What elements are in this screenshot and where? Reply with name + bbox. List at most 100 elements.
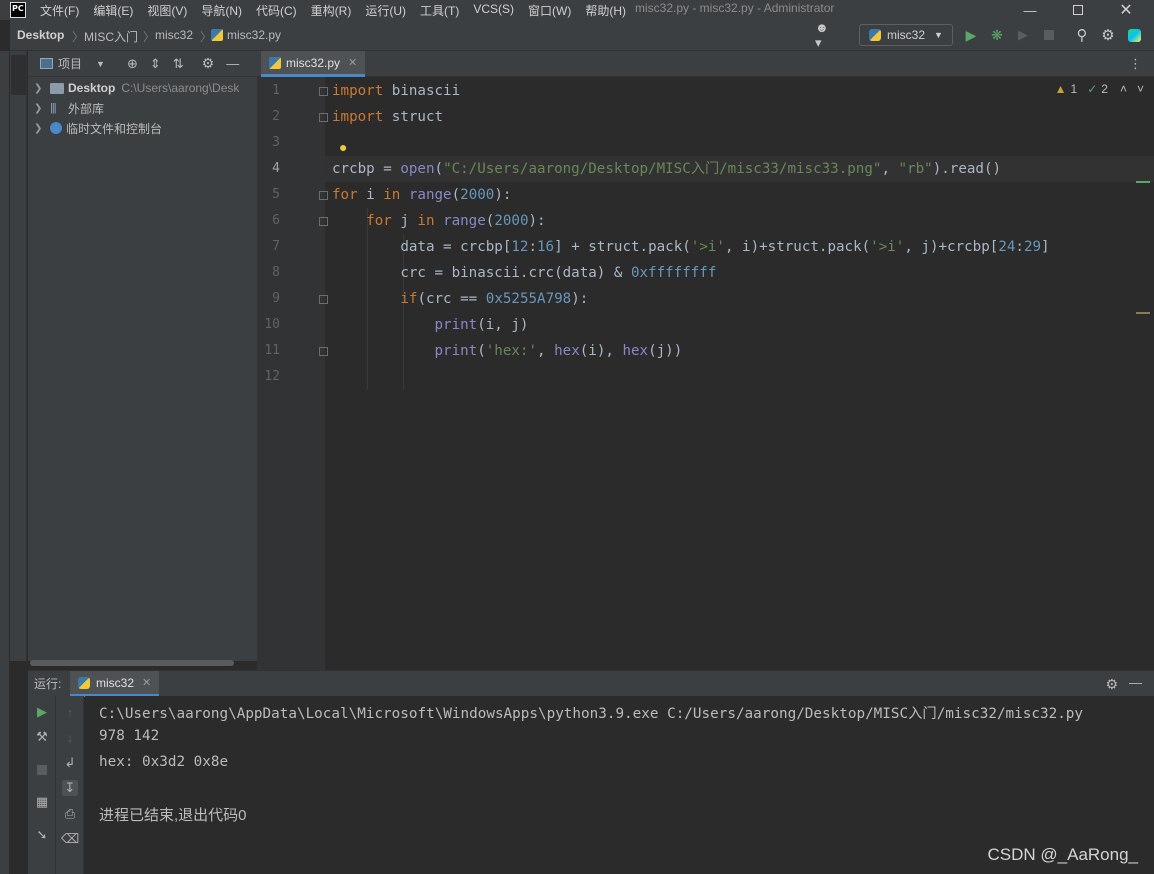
coverage-icon: ▶ — [1018, 27, 1028, 42]
line-number[interactable]: 10 — [257, 317, 280, 332]
fold-marker-icon[interactable] — [319, 87, 328, 96]
menu-view[interactable]: 视图(V) — [147, 2, 187, 19]
menu-file[interactable]: 文件(F) — [40, 2, 79, 19]
tree-item-desktop[interactable]: ❯ Desktop C:\Users\aarong\Desk — [34, 78, 239, 98]
project-view-icon — [40, 58, 53, 69]
arrow-down-icon: ↓ — [66, 729, 74, 745]
fold-marker-icon[interactable] — [319, 191, 328, 200]
rerun-button[interactable]: ▶ — [34, 704, 50, 720]
pin-button[interactable]: ➘ — [34, 827, 50, 843]
stop-button[interactable] — [1040, 26, 1058, 44]
clear-button[interactable]: ⌫ — [61, 831, 79, 847]
intention-bulb-icon[interactable]: ● — [339, 139, 347, 155]
coverage-button[interactable]: ▶ — [1014, 26, 1032, 44]
tab-misc32-py[interactable]: misc32.py ✕ — [261, 51, 366, 77]
close-window-button[interactable]: ✕ — [1106, 0, 1146, 20]
chevron-up-icon[interactable]: ˄ — [1120, 82, 1127, 96]
menu-vcs[interactable]: VCS(S) — [473, 2, 514, 19]
chevron-down-icon[interactable]: ˅ — [1137, 82, 1144, 96]
chevron-right-icon[interactable]: ❯ — [34, 123, 46, 134]
chevron-right-icon[interactable]: ❯ — [34, 103, 46, 114]
breadcrumb-misc32[interactable]: misc32 — [155, 28, 193, 42]
project-tool-button[interactable] — [11, 55, 26, 95]
line-number[interactable]: 4 — [257, 161, 280, 176]
print-button[interactable]: ⎙ — [62, 806, 78, 822]
debug-button[interactable]: ❋ — [988, 26, 1006, 44]
menu-code[interactable]: 代码(C) — [256, 2, 297, 19]
chevron-down-icon: ▼ — [934, 30, 943, 40]
layout-button[interactable]: ▦ — [34, 794, 50, 810]
search-icon: ⚲ — [1076, 27, 1088, 44]
menu-tools[interactable]: 工具(T) — [420, 2, 459, 19]
breadcrumb-file[interactable]: misc32.py — [211, 28, 281, 42]
line-number[interactable]: 12 — [257, 369, 280, 384]
gear-icon: ⚙ — [1101, 27, 1115, 44]
fold-marker-icon[interactable] — [319, 347, 328, 356]
fold-marker-icon[interactable] — [319, 217, 328, 226]
stop-icon — [37, 765, 47, 775]
menu-help[interactable]: 帮助(H) — [585, 2, 626, 19]
code-line: import binascii — [332, 83, 461, 99]
close-tab-icon[interactable]: ✕ — [348, 56, 357, 69]
line-number[interactable]: 2 — [257, 109, 280, 124]
menu-navigate[interactable]: 导航(N) — [201, 2, 242, 19]
project-scrollbar[interactable] — [30, 660, 234, 666]
minimize-button[interactable]: — — [1010, 0, 1050, 20]
collapse-all-icon[interactable]: ⇅ — [173, 56, 184, 72]
run-tab-misc32[interactable]: misc32 ✕ — [70, 671, 160, 697]
more-options-icon[interactable]: ⋮ — [1129, 56, 1142, 72]
toolbox-button[interactable] — [1125, 26, 1143, 44]
project-view-label[interactable]: 项目 — [58, 55, 82, 72]
settings-button[interactable]: ⚙ — [1099, 26, 1117, 44]
edit-config-button[interactable]: ⚒ — [34, 729, 50, 745]
window-title: misc32.py - misc32.py - Administrator — [635, 1, 835, 15]
tree-item-path: C:\Users\aarong\Desk — [121, 81, 240, 95]
soft-wrap-button[interactable]: ↲ — [62, 755, 78, 771]
line-number[interactable]: 8 — [257, 265, 280, 280]
menu-refactor[interactable]: 重构(R) — [311, 2, 352, 19]
error-stripe-marker — [1136, 312, 1150, 314]
menu-window[interactable]: 窗口(W) — [528, 2, 571, 19]
scroll-to-end-button[interactable]: ↧ — [62, 780, 78, 796]
code-line: print(i, j) — [434, 317, 529, 333]
scroll-up-button[interactable]: ↑ — [62, 704, 78, 720]
tree-item-external-libraries[interactable]: ❯ ||| 外部库 — [34, 98, 104, 118]
run-button[interactable]: ▶ — [962, 26, 980, 44]
chevron-right-icon[interactable]: ❯ — [34, 83, 46, 94]
fold-marker-icon[interactable] — [319, 113, 328, 122]
fold-marker-icon[interactable] — [319, 295, 328, 304]
breadcrumb-misc[interactable]: MISC入门 — [84, 28, 138, 45]
code-line: for j in range(2000): — [366, 213, 546, 229]
line-number[interactable]: 7 — [257, 239, 280, 254]
hide-panel-icon[interactable]: — — [226, 56, 239, 71]
menu-edit[interactable]: 编辑(E) — [93, 2, 133, 19]
line-number[interactable]: 11 — [257, 343, 280, 358]
scroll-down-button[interactable]: ↓ — [62, 729, 78, 745]
line-number[interactable]: 5 — [257, 187, 280, 202]
user-icon[interactable]: ☻▾ — [815, 20, 833, 50]
line-number[interactable]: 3 — [257, 135, 280, 150]
search-button[interactable]: ⚲ — [1073, 26, 1091, 44]
tree-item-scratches[interactable]: ❯ 临时文件和控制台 — [34, 118, 162, 138]
breadcrumb-desktop[interactable]: Desktop — [17, 28, 64, 42]
scroll-to-end-icon: ↧ — [64, 780, 76, 795]
line-number[interactable]: 1 — [257, 83, 280, 98]
gear-icon[interactable]: ⚙ — [202, 55, 215, 72]
close-tab-icon[interactable]: ✕ — [142, 676, 151, 689]
maximize-button[interactable] — [1058, 0, 1098, 20]
expand-all-icon[interactable]: ⇕ — [150, 56, 161, 72]
toolbox-icon — [1127, 28, 1141, 42]
stop-button[interactable] — [34, 762, 50, 778]
gear-icon[interactable]: ⚙ — [1105, 676, 1118, 693]
inspection-widget[interactable]: ▲ 1 ✓ 2 ˄ ˅ — [1055, 82, 1144, 96]
hide-panel-icon[interactable]: — — [1129, 675, 1142, 690]
run-configuration-select[interactable]: misc32 ▼ — [859, 24, 953, 46]
locate-icon[interactable]: ⊕ — [127, 56, 138, 72]
chevron-down-icon[interactable]: ▼ — [96, 59, 105, 69]
check-icon: ✓ — [1087, 82, 1098, 96]
line-number[interactable]: 6 — [257, 213, 280, 228]
code-line: crcbp = open("C:/Users/aarong/Desktop/MI… — [332, 161, 1002, 177]
code-editor[interactable]: 1 2 3 4 5 6 7 8 9 10 11 12 import binascii import st… — [257, 77, 1154, 670]
line-number[interactable]: 9 — [257, 291, 280, 306]
menu-run[interactable]: 运行(U) — [365, 2, 406, 19]
